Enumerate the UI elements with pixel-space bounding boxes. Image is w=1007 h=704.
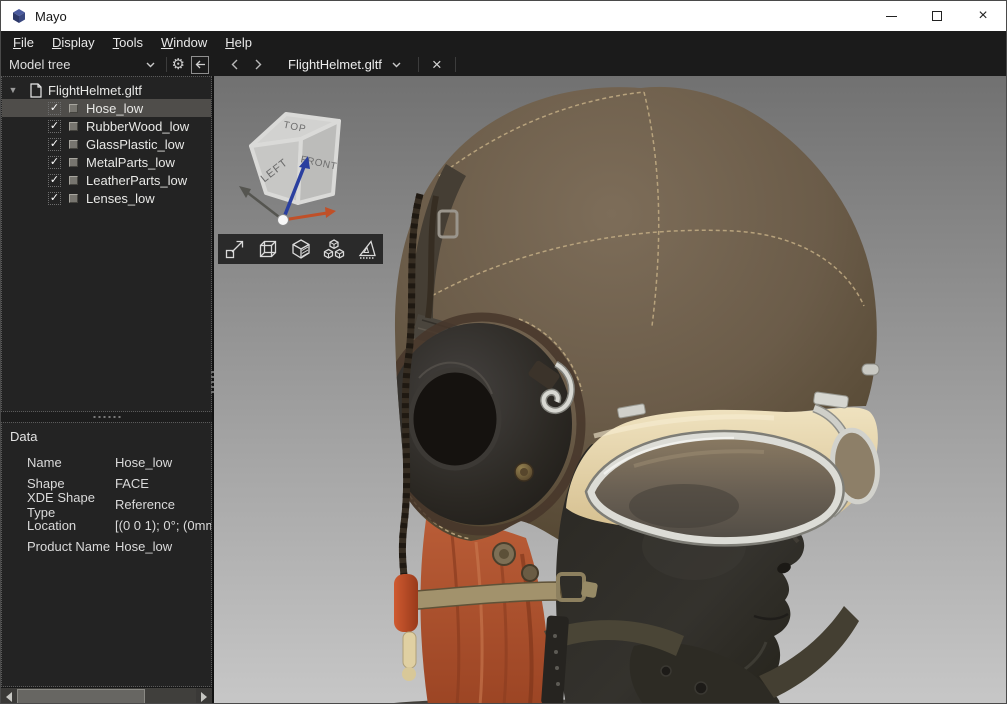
left-panel-toolbar: Model tree ⚙ (1, 53, 212, 76)
part-cube-icon (69, 175, 78, 185)
app-window: Mayo × File Display Tools Window Help Mo… (0, 0, 1007, 704)
view-orientation-cube[interactable]: TOP LEFT FRONT (224, 96, 364, 246)
minimize-icon (885, 15, 897, 17)
tree-item-lenses-low[interactable]: ✓ Lenses_low (2, 189, 211, 207)
menu-display[interactable]: Display (43, 33, 104, 52)
maximize-button[interactable] (914, 1, 960, 31)
wireframe-mode-button[interactable] (251, 234, 284, 264)
chevron-right-icon (255, 59, 261, 70)
tree-item-label: Hose_low (86, 100, 144, 116)
close-icon: × (978, 7, 988, 24)
model-tree-panel: ▼ FlightHelmet.gltf ✓ Hose_low ✓ RubberW… (1, 76, 212, 412)
tree-item-label: GlassPlastic_low (86, 136, 185, 152)
app-logo-cube-icon (11, 8, 27, 24)
part-cube-icon (69, 193, 78, 203)
data-row-xde-shape-type: XDE Shape Type Reference (27, 489, 175, 520)
data-panel: Data Name Hose_low Shape FACE XDE Shape … (1, 422, 212, 687)
visibility-checkbox[interactable]: ✓ (48, 101, 61, 115)
close-document-button[interactable]: × (424, 56, 450, 73)
maximize-icon (932, 11, 942, 21)
splitter-handle (93, 416, 120, 418)
horizontal-splitter[interactable] (1, 412, 212, 422)
triangle-left-icon (6, 691, 12, 702)
shaded-mode-button[interactable] (284, 234, 317, 264)
shaded-cube-icon (291, 239, 310, 259)
fit-all-icon (225, 240, 243, 259)
scrollbar-track[interactable] (17, 688, 196, 703)
tree-root-row[interactable]: ▼ FlightHelmet.gltf (2, 81, 211, 99)
toolbar-row: Model tree ⚙ FlightHelmet.gltf × (1, 53, 1006, 76)
active-document-tab[interactable]: FlightHelmet.gltf (288, 57, 401, 72)
visibility-checkbox[interactable]: ✓ (48, 191, 61, 205)
prev-document-button[interactable] (222, 55, 246, 75)
visibility-checkbox[interactable]: ✓ (48, 137, 61, 151)
scrollbar-thumb[interactable] (17, 689, 145, 703)
main-area: ▼ FlightHelmet.gltf ✓ Hose_low ✓ RubberW… (1, 76, 1006, 703)
document-tab-label: FlightHelmet.gltf (288, 57, 382, 72)
document-tab-bar: FlightHelmet.gltf × (212, 53, 1006, 76)
part-cube-icon (69, 103, 78, 113)
menu-tools[interactable]: Tools (104, 33, 152, 52)
tree-item-label: RubberWood_low (86, 118, 190, 134)
visibility-checkbox[interactable]: ✓ (48, 155, 61, 169)
tree-item-glassplastic-low[interactable]: ✓ GlassPlastic_low (2, 135, 211, 153)
titlebar[interactable]: Mayo × (1, 1, 1006, 31)
data-row-product-name: Product Name Hose_low (27, 539, 173, 554)
visibility-checkbox[interactable]: ✓ (48, 173, 61, 187)
data-row-location: Location [(0 0 1); 0°; (0mm (27, 518, 211, 533)
window-title: Mayo (35, 8, 67, 24)
tab-separator (454, 57, 456, 72)
part-cube-icon (69, 139, 78, 149)
tree-item-metalparts-low[interactable]: ✓ MetalParts_low (2, 153, 211, 171)
tree-item-hose-low[interactable]: ✓ Hose_low (2, 99, 211, 117)
tab-separator (417, 57, 419, 72)
chevron-down-icon (146, 62, 155, 67)
data-row-name: Name Hose_low (27, 455, 173, 470)
measure-ruler-icon (358, 240, 376, 259)
measure-button[interactable] (350, 234, 383, 264)
menu-help[interactable]: Help (216, 33, 261, 52)
visibility-checkbox[interactable]: ✓ (48, 119, 61, 133)
window-controls: × (868, 1, 1006, 31)
fit-all-button[interactable] (218, 234, 251, 264)
part-cube-icon (69, 121, 78, 131)
exploded-view-button[interactable] (317, 234, 350, 264)
data-panel-title: Data (10, 429, 38, 444)
menubar: File Display Tools Window Help (1, 31, 1006, 53)
viewport-toolbar (218, 234, 383, 264)
tree-mode-value: Model tree (9, 57, 71, 72)
viewport-3d[interactable]: TOP LEFT FRONT (214, 76, 1006, 703)
horizontal-scrollbar[interactable] (1, 687, 212, 703)
chevron-left-icon (231, 59, 237, 70)
scroll-right-button[interactable] (196, 688, 212, 703)
menu-file[interactable]: File (4, 33, 43, 52)
chevron-down-icon (392, 62, 401, 67)
left-panel: ▼ FlightHelmet.gltf ✓ Hose_low ✓ RubberW… (1, 76, 212, 703)
tree-item-label: Lenses_low (86, 190, 155, 206)
wireframe-cube-icon (259, 240, 276, 258)
document-file-icon (30, 82, 42, 98)
scroll-left-button[interactable] (1, 688, 17, 703)
gear-icon[interactable]: ⚙ (172, 57, 185, 72)
tree-item-rubberwood-low[interactable]: ✓ RubberWood_low (2, 117, 211, 135)
tree-root-label: FlightHelmet.gltf (48, 82, 142, 98)
menu-window[interactable]: Window (152, 33, 216, 52)
back-button[interactable] (191, 55, 209, 74)
part-cube-icon (69, 157, 78, 167)
left-arrow-icon (195, 60, 205, 69)
tree-item-leatherparts-low[interactable]: ✓ LeatherParts_low (2, 171, 211, 189)
tree-item-label: LeatherParts_low (86, 172, 188, 188)
close-button[interactable]: × (960, 1, 1006, 31)
minimize-button[interactable] (868, 1, 914, 31)
exploded-cubes-icon (323, 239, 344, 259)
tree-mode-combobox[interactable]: Model tree (9, 57, 161, 72)
next-document-button[interactable] (246, 55, 270, 75)
triangle-right-icon (201, 691, 207, 702)
toolbar-separator (165, 57, 167, 72)
tree-item-label: MetalParts_low (86, 154, 175, 170)
expand-arrow-icon[interactable]: ▼ (2, 85, 24, 95)
